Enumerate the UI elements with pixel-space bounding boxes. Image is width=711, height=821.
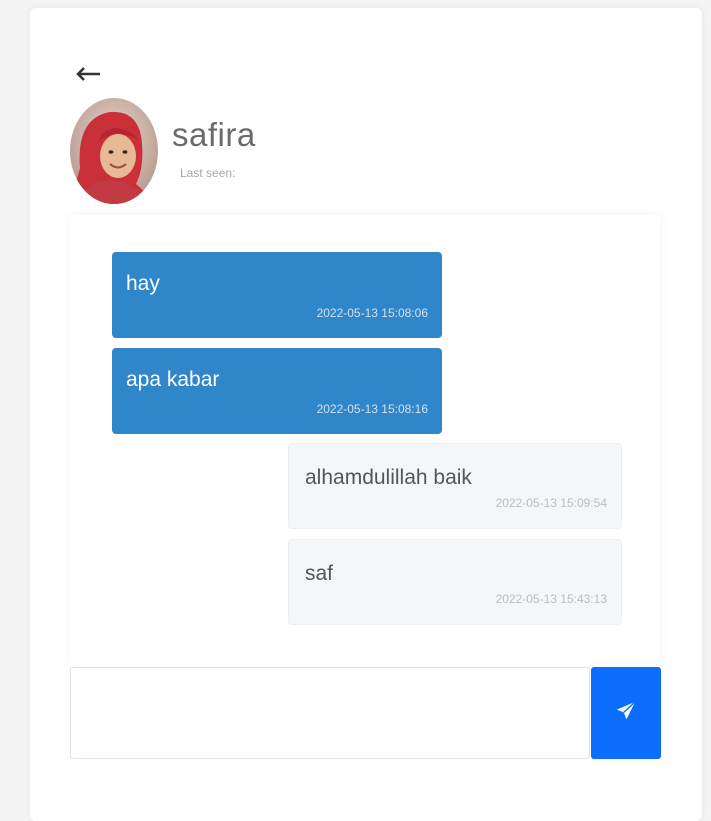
last-seen-status: Last seen: xyxy=(180,166,236,180)
chat-card: safira Last seen: hay 2022-05-13 15:08:0… xyxy=(30,8,702,821)
back-arrow-icon[interactable] xyxy=(74,64,104,84)
message-bubble-sent: saf 2022-05-13 15:43:13 xyxy=(288,539,622,625)
message-text: hay xyxy=(126,272,160,295)
message-timestamp: 2022-05-13 15:09:54 xyxy=(495,496,607,510)
message-input[interactable] xyxy=(71,668,589,758)
message-text: apa kabar xyxy=(126,368,220,391)
message-bubble-received: apa kabar 2022-05-13 15:08:16 xyxy=(112,348,442,434)
message-input-wrapper xyxy=(70,667,590,759)
message-list[interactable]: hay 2022-05-13 15:08:06 apa kabar 2022-0… xyxy=(70,215,660,665)
message-text: saf xyxy=(305,562,334,585)
send-button[interactable] xyxy=(591,667,661,759)
message-timestamp: 2022-05-13 15:08:16 xyxy=(316,402,428,416)
contact-name: safira xyxy=(172,116,256,153)
message-timestamp: 2022-05-13 15:08:06 xyxy=(316,306,428,320)
message-text: alhamdulillah baik xyxy=(305,466,472,489)
message-timestamp: 2022-05-13 15:43:13 xyxy=(495,592,607,606)
message-bubble-sent: alhamdulillah baik 2022-05-13 15:09:54 xyxy=(288,443,622,529)
message-bubble-received: hay 2022-05-13 15:08:06 xyxy=(112,252,442,338)
paper-plane-icon xyxy=(615,700,637,727)
avatar xyxy=(70,98,158,204)
